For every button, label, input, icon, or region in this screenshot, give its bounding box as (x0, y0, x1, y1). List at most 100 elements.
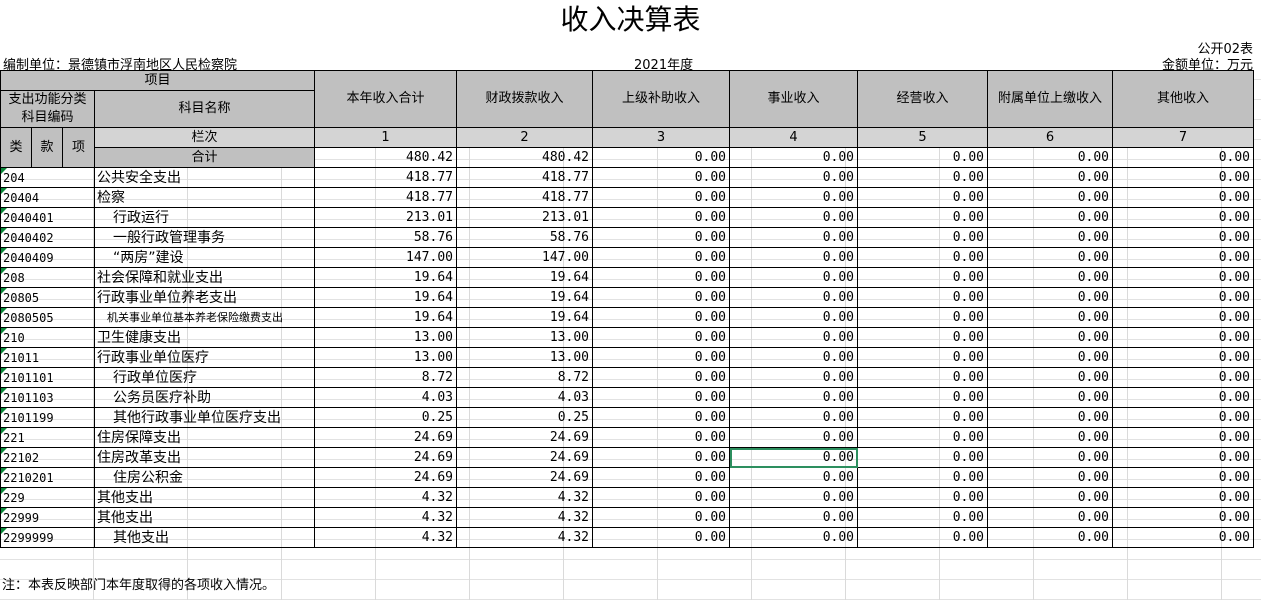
value-cell[interactable]: 0.00 (987, 307, 1113, 328)
value-cell[interactable]: 0.00 (857, 327, 988, 348)
subject-code-cell[interactable]: 2080505 (0, 307, 95, 328)
value-cell[interactable]: 0.00 (857, 207, 988, 228)
value-cell[interactable]: 0.00 (1112, 387, 1254, 408)
col-num-5[interactable]: 5 (857, 127, 988, 148)
col-num-7[interactable]: 7 (1112, 127, 1254, 148)
value-cell[interactable]: 24.69 (456, 427, 593, 448)
value-cell[interactable]: 0.00 (857, 307, 988, 328)
value-cell[interactable]: 0.00 (987, 167, 1113, 188)
value-cell[interactable]: 58.76 (314, 227, 457, 248)
value-cell[interactable]: 19.64 (314, 307, 457, 328)
value-cell[interactable]: 0.00 (857, 267, 988, 288)
value-cell[interactable]: 0.00 (729, 427, 858, 448)
value-cell[interactable]: 0.00 (857, 407, 988, 428)
value-cell[interactable]: 0.00 (1112, 407, 1254, 428)
value-cell[interactable]: 0.00 (729, 267, 858, 288)
value-cell[interactable]: 0.00 (1112, 187, 1254, 208)
value-cell[interactable]: 24.69 (456, 447, 593, 468)
value-cell[interactable]: 213.01 (314, 207, 457, 228)
value-cell[interactable]: 0.00 (857, 347, 988, 368)
subject-code-cell[interactable]: 20805 (0, 287, 95, 308)
value-cell[interactable]: 13.00 (314, 327, 457, 348)
subject-code-cell[interactable]: 221 (0, 427, 95, 448)
header-col-seq[interactable]: 栏次 (94, 127, 315, 148)
value-cell[interactable]: 0.00 (987, 527, 1113, 548)
value-cell[interactable]: 0.00 (1112, 467, 1254, 488)
value-cell[interactable]: 8.72 (314, 367, 457, 388)
value-cell[interactable]: 4.32 (314, 507, 457, 528)
value-cell[interactable]: 0.00 (729, 287, 858, 308)
header-subject-name[interactable]: 科目名称 (94, 90, 315, 128)
value-cell[interactable]: 0.00 (592, 527, 730, 548)
value-cell[interactable]: 0.00 (729, 187, 858, 208)
value-cell[interactable]: 0.00 (1112, 347, 1254, 368)
subject-name-cell[interactable]: 公务员医疗补助 (94, 387, 315, 408)
col-num-4[interactable]: 4 (729, 127, 858, 148)
subject-name-cell[interactable]: 其他支出 (94, 487, 315, 508)
value-cell[interactable]: 0.00 (729, 467, 858, 488)
value-cell[interactable]: 0.00 (987, 227, 1113, 248)
col-num-1[interactable]: 1 (314, 127, 457, 148)
value-cell[interactable]: 19.64 (456, 307, 593, 328)
value-cell[interactable]: 418.77 (314, 167, 457, 188)
value-cell[interactable]: 0.00 (592, 347, 730, 368)
value-cell[interactable]: 0.00 (987, 467, 1113, 488)
value-cell[interactable]: 0.00 (987, 427, 1113, 448)
subject-code-cell[interactable]: 22102 (0, 447, 95, 468)
value-cell[interactable]: 0.00 (1112, 247, 1254, 268)
subject-code-cell[interactable]: 210 (0, 327, 95, 348)
value-cell[interactable]: 0.00 (592, 227, 730, 248)
subject-name-cell[interactable]: 住房公积金 (94, 467, 315, 488)
subject-name-cell[interactable]: 机关事业单位基本养老保险缴费支出 (94, 307, 315, 328)
value-cell[interactable]: 0.00 (592, 307, 730, 328)
value-cell[interactable]: 0.00 (592, 167, 730, 188)
subject-code-cell[interactable]: 2101199 (0, 407, 95, 428)
subject-code-cell[interactable]: 2210201 (0, 467, 95, 488)
value-cell[interactable]: 0.00 (729, 487, 858, 508)
value-cell[interactable]: 4.32 (456, 487, 593, 508)
value-cell[interactable]: 0.00 (729, 367, 858, 388)
value-cell[interactable]: 0.25 (456, 407, 593, 428)
subject-name-cell[interactable]: 住房保障支出 (94, 427, 315, 448)
header-col-6[interactable]: 附属单位上缴收入 (987, 70, 1113, 128)
value-cell[interactable]: 4.32 (314, 527, 457, 548)
value-cell[interactable]: 0.00 (729, 307, 858, 328)
value-cell[interactable]: 147.00 (314, 247, 457, 268)
subject-code-cell[interactable]: 22999 (0, 507, 95, 528)
value-cell[interactable]: 0.00 (1112, 327, 1254, 348)
value-cell[interactable]: 0.25 (314, 407, 457, 428)
subject-name-cell[interactable]: 行政事业单位医疗 (94, 347, 315, 368)
value-cell[interactable]: 0.00 (987, 507, 1113, 528)
value-cell[interactable]: 0.00 (592, 367, 730, 388)
value-cell[interactable]: 0.00 (987, 407, 1113, 428)
subject-name-cell[interactable]: 其他支出 (94, 507, 315, 528)
value-cell[interactable]: 0.00 (1112, 207, 1254, 228)
subject-name-cell[interactable]: 卫生健康支出 (94, 327, 315, 348)
value-cell[interactable]: 13.00 (456, 347, 593, 368)
subject-name-cell[interactable]: 行政单位医疗 (94, 367, 315, 388)
value-cell[interactable]: 58.76 (456, 227, 593, 248)
value-cell[interactable]: 0.00 (1112, 307, 1254, 328)
subject-name-cell[interactable]: 行政运行 (94, 207, 315, 228)
subject-name-cell[interactable]: “两房”建设 (94, 247, 315, 268)
value-cell[interactable]: 0.00 (857, 247, 988, 268)
value-cell[interactable]: 0.00 (987, 287, 1113, 308)
value-cell[interactable]: 0.00 (1112, 167, 1254, 188)
value-cell[interactable]: 0.00 (592, 247, 730, 268)
value-cell[interactable]: 0.00 (857, 507, 988, 528)
subject-code-cell[interactable]: 21011 (0, 347, 95, 368)
value-cell[interactable]: 0.00 (729, 507, 858, 528)
value-cell[interactable]: 0.00 (592, 187, 730, 208)
subject-name-cell[interactable]: 一般行政管理事务 (94, 227, 315, 248)
value-cell[interactable]: 0.00 (1112, 367, 1254, 388)
value-cell[interactable]: 0.00 (987, 267, 1113, 288)
total-cell[interactable]: 0.00 (987, 147, 1113, 168)
header-lei[interactable]: 类 (0, 127, 32, 168)
value-cell[interactable]: 0.00 (857, 287, 988, 308)
value-cell[interactable]: 4.32 (456, 507, 593, 528)
value-cell[interactable]: 0.00 (1112, 267, 1254, 288)
value-cell[interactable]: 19.64 (456, 287, 593, 308)
subject-code-cell[interactable]: 2101103 (0, 387, 95, 408)
value-cell[interactable]: 4.32 (456, 527, 593, 548)
value-cell[interactable]: 418.77 (314, 187, 457, 208)
